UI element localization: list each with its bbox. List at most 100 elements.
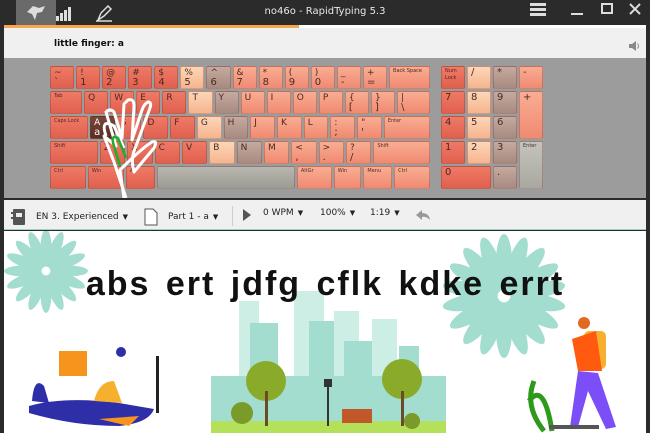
numpad-key--: - — [519, 66, 543, 89]
key-sublabel: 4 — [158, 77, 165, 88]
key->: >. — [318, 141, 344, 164]
chevron-down-icon: ▼ — [297, 209, 304, 217]
minimize-button[interactable] — [566, 2, 588, 20]
speaker-icon[interactable] — [628, 37, 640, 56]
key-label: Ctrl — [54, 168, 63, 174]
key-shift: Shift — [373, 141, 430, 164]
lesson-selector[interactable]: Part 1 - a ▼ — [144, 208, 218, 226]
key-label: Ctrl — [398, 168, 407, 174]
key-sublabel: , — [295, 152, 299, 163]
key-label: Z — [103, 143, 111, 153]
menu-icon[interactable] — [527, 2, 549, 20]
numpad-key-7: 7 — [441, 91, 465, 114]
keyboard-row: Tab Q W E R T Y U I O P{[}] | \ — [50, 91, 430, 114]
key-ctrl: Ctrl — [394, 166, 430, 189]
key-label: 9 — [497, 92, 504, 103]
numpad-key-6: 6 — [493, 116, 517, 139]
numpad-key-num-lock: Num Lock — [441, 66, 465, 89]
numpad: Num Lock / * - 7 8 9 +4 5 6 1 2 3 Enter 0. — [441, 66, 547, 191]
key-:: :; — [330, 116, 356, 139]
key-shift: Shift — [50, 141, 98, 164]
speed-selector[interactable]: 0 WPM ▼ — [263, 208, 303, 218]
numpad-key-4: 4 — [441, 116, 465, 139]
undo-icon — [416, 210, 430, 220]
key-sublabel: ] — [374, 102, 379, 113]
maximize-button[interactable] — [596, 2, 618, 20]
virtual-keyboard: ~ `! 1 @2 #3 $4% 5 ^ 6 & 7 * 8(9) 0 _ - + = Back Space Tab Q… — [4, 58, 646, 198]
key-label: Num Lock — [445, 68, 457, 81]
close-button[interactable] — [624, 2, 646, 20]
key-o: O — [292, 91, 317, 114]
finger-hint: little finger: a — [54, 39, 124, 49]
numpad-key-0: 0 — [441, 166, 491, 189]
key-#: #3 — [128, 66, 153, 89]
time-label: 1:19 — [370, 208, 391, 218]
key-sublabel: a — [94, 127, 101, 138]
play-button[interactable] — [242, 208, 252, 222]
main-keyboard: ~ `! 1 @2 #3 $4% 5 ^ 6 & 7 * 8(9) 0 _ - + = Back Space Tab Q… — [50, 66, 430, 191]
key-q: Q — [84, 91, 109, 114]
key-label: Tab — [54, 93, 63, 99]
numpad-key-8: 8 — [467, 91, 491, 114]
key-&: & 7 — [232, 66, 257, 89]
keyboard-row: Ctrl Win Alt AltGr Win Menu Ctrl — [50, 166, 430, 189]
key-label: H — [227, 118, 235, 128]
key-+: + = — [362, 66, 388, 89]
lesson-toolbar: EN 3. Experienced ▼ Part 1 - a ▼ 0 WPM ▼ 10… — [4, 200, 646, 230]
chevron-down-icon: ▼ — [122, 213, 129, 221]
key-~: ~ ` — [50, 66, 75, 89]
key-sublabel: - — [340, 77, 345, 88]
key-label: W — [114, 93, 124, 103]
key-sublabel: 7 — [236, 77, 243, 88]
key-c: C — [154, 141, 180, 164]
key-sublabel: = — [366, 77, 376, 88]
key-label: 3 — [497, 142, 504, 153]
key-sublabel: . — [322, 152, 326, 163]
key-sublabel: ; — [334, 127, 338, 138]
lesson-text: abs ert jdfg cflk kdke errt — [85, 265, 565, 303]
key-label: 2 — [471, 142, 478, 153]
key-(: (9 — [284, 66, 309, 89]
numpad-key-1: 1 — [441, 141, 465, 164]
key-label: Win — [91, 168, 102, 174]
key-e: E — [136, 91, 161, 114]
key-k: K — [277, 116, 302, 139]
key-": " ' — [357, 116, 382, 139]
key-label: I — [270, 93, 274, 103]
key-win: Win — [87, 166, 124, 189]
course-selector[interactable]: EN 3. Experienced ▼ — [10, 208, 128, 226]
key-label: P — [322, 93, 329, 103]
key-label: O — [296, 93, 304, 103]
key-v: V — [181, 141, 208, 164]
chevron-down-icon: ▼ — [394, 209, 400, 217]
key-label: U — [244, 93, 252, 103]
key-label: + — [523, 92, 532, 103]
chevron-down-icon: ▼ — [349, 209, 356, 217]
numpad-key-3: 3 — [493, 141, 517, 164]
undo-button[interactable] — [414, 208, 432, 222]
time-selector[interactable]: 1:19 ▼ — [370, 208, 400, 218]
key-sublabel: 2 — [106, 77, 113, 88]
key-u: U — [240, 91, 265, 114]
key-label: AltGr — [300, 168, 314, 174]
key-sublabel: 0 — [314, 77, 322, 88]
key-label: Enter — [523, 143, 537, 149]
key-label: 5 — [471, 117, 478, 128]
key-n: N — [236, 141, 262, 164]
key-label: / — [471, 67, 475, 78]
key-label: . — [497, 167, 501, 178]
key-}: }] — [370, 91, 396, 114]
zoom-selector[interactable]: 100% ▼ — [320, 208, 355, 218]
key-{: {[ — [344, 91, 369, 114]
key-label: D — [147, 118, 155, 128]
key-label: 1 — [445, 142, 452, 153]
key-s: S — [116, 116, 142, 139]
key-i: I — [266, 91, 291, 114]
key-label: 8 — [471, 92, 478, 103]
key-altgr: AltGr — [296, 166, 332, 189]
key-sublabel: [ — [348, 102, 353, 113]
numpad-key-5: 5 — [467, 116, 491, 139]
key-win: Win — [333, 166, 362, 189]
title-bar: no46o - RapidTyping 5.3 — [0, 0, 650, 25]
key-label: - — [523, 67, 527, 78]
